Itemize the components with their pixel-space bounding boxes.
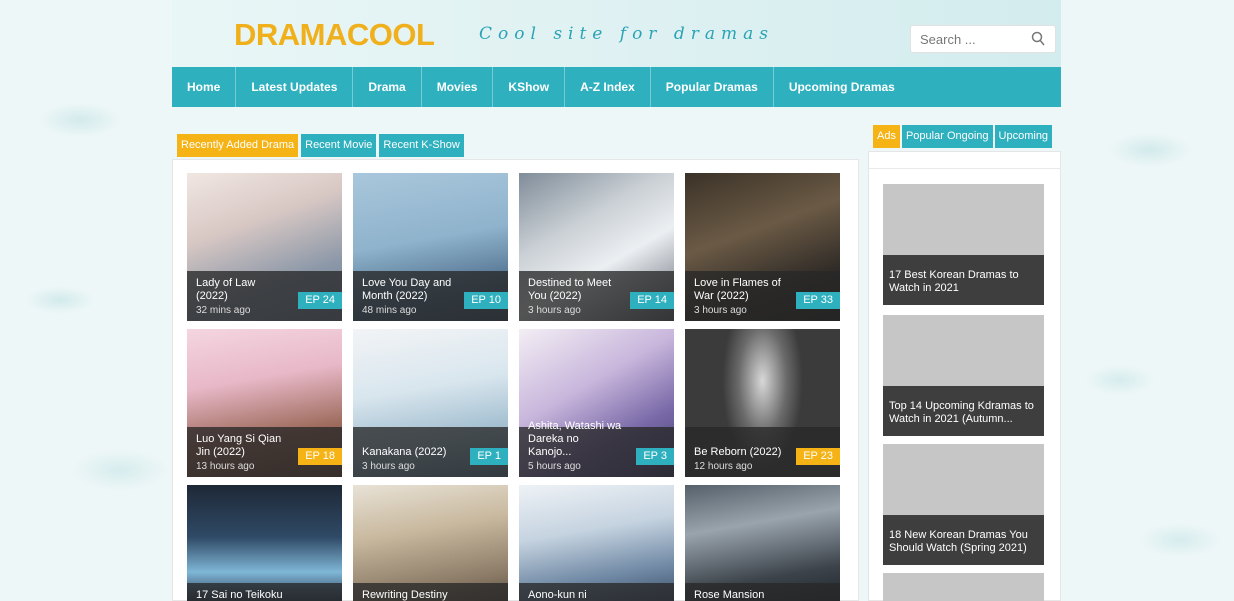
drama-card[interactable]: Rose Mansion (685, 485, 840, 601)
drama-card[interactable]: 17 Sai no Teikoku (187, 485, 342, 601)
nav-item-home[interactable]: Home (172, 67, 237, 107)
article-caption: Top 14 Upcoming Kdramas to Watch in 2021… (883, 386, 1044, 436)
article-card[interactable]: Top 14 Upcoming Kdramas to Watch in 2021… (883, 315, 1044, 436)
tab-recent-kshow[interactable]: Recent K-Show (379, 134, 464, 157)
drama-card[interactable]: Aono-kun ni (519, 485, 674, 601)
drama-time: 13 hours ago (196, 461, 255, 472)
drama-card[interactable]: Destined to Meet You (2022) 3 hours ago … (519, 173, 674, 321)
drama-title: Be Reborn (2022) (694, 446, 782, 458)
article-caption: 17 Best Korean Dramas to Watch in 2021 (883, 255, 1044, 305)
drama-card[interactable]: Luo Yang Si Qian Jin (2022) 13 hours ago… (187, 329, 342, 477)
site-header: DRAMACOOL Cool site for dramas (172, 0, 1061, 67)
drama-time: 3 hours ago (694, 305, 747, 316)
drama-card[interactable]: Rewriting Destiny (353, 485, 508, 601)
episode-badge: EP 23 (796, 448, 840, 465)
drama-title: Love in Flames of War (2022) (694, 277, 781, 302)
logo-text-oo: OO (368, 17, 417, 52)
drama-time: 3 hours ago (362, 461, 415, 472)
nav-item-latest-updates[interactable]: Latest Updates (236, 67, 354, 107)
drama-time: 5 hours ago (528, 461, 581, 472)
sidebar-panel: 17 Best Korean Dramas to Watch in 2021 T… (868, 151, 1061, 601)
drama-title: Aono-kun ni (528, 589, 587, 601)
search-icon[interactable] (1031, 31, 1045, 47)
episode-badge: EP 18 (298, 448, 342, 465)
logo-text-drama: DRAMA (234, 17, 347, 52)
drama-card[interactable]: Love in Flames of War (2022) 3 hours ago… (685, 173, 840, 321)
episode-badge: EP 24 (298, 292, 342, 309)
drama-title: 17 Sai no Teikoku (196, 589, 283, 601)
drama-card[interactable]: Lady of Law (2022) 32 mins ago EP 24 (187, 173, 342, 321)
article-card[interactable] (883, 573, 1044, 601)
search-input[interactable] (911, 26, 1021, 52)
search-box (910, 25, 1056, 53)
drama-card[interactable]: Ashita, Watashi wa Dareka no Kanojo... 5… (519, 329, 674, 477)
episode-badge: EP 3 (636, 448, 674, 465)
drama-time: 32 mins ago (196, 305, 251, 316)
page: DRAMACOOL Cool site for dramas Home Late… (172, 0, 1061, 601)
tab-popular-ongoing[interactable]: Popular Ongoing (901, 125, 993, 148)
article-card[interactable]: 17 Best Korean Dramas to Watch in 2021 (883, 184, 1044, 305)
article-caption: 18 New Korean Dramas You Should Watch (S… (883, 515, 1044, 565)
drama-title: Ashita, Watashi wa Dareka no Kanojo... (528, 420, 622, 458)
tab-recently-added-drama[interactable]: Recently Added Drama (177, 134, 299, 157)
nav-item-upcoming-dramas[interactable]: Upcoming Dramas (774, 67, 910, 107)
tab-ads[interactable]: Ads (873, 125, 900, 148)
site-tagline: Cool site for dramas (479, 24, 774, 44)
nav-item-drama[interactable]: Drama (353, 67, 422, 107)
tab-upcoming[interactable]: Upcoming (994, 125, 1053, 148)
nav-item-kshow[interactable]: KShow (493, 67, 566, 107)
drama-card[interactable]: Kanakana (2022) 3 hours ago EP 1 (353, 329, 508, 477)
episode-badge: EP 33 (796, 292, 840, 309)
nav-item-az-index[interactable]: A-Z Index (565, 67, 651, 107)
drama-time: 12 hours ago (694, 461, 753, 472)
drama-title: Destined to Meet You (2022) (528, 277, 612, 302)
logo-text-c: C (346, 17, 369, 52)
site-logo[interactable]: DRAMACOOL (234, 17, 435, 53)
nav-item-popular-dramas[interactable]: Popular Dramas (651, 67, 774, 107)
content-tabs: Recently Added Drama Recent Movie Recent… (177, 134, 464, 157)
drama-title: Kanakana (2022) (362, 446, 447, 458)
drama-card[interactable]: Be Reborn (2022) 12 hours ago EP 23 (685, 329, 840, 477)
sidebar-tabs: Ads Popular Ongoing Upcoming (873, 125, 1053, 148)
tab-recent-movie[interactable]: Recent Movie (301, 134, 377, 157)
drama-title: Luo Yang Si Qian Jin (2022) (196, 433, 282, 458)
main-nav: Home Latest Updates Drama Movies KShow A… (172, 67, 1061, 107)
nav-item-movies[interactable]: Movies (422, 67, 494, 107)
drama-title: Lady of Law (2022) (196, 277, 256, 302)
drama-time: 3 hours ago (528, 305, 581, 316)
article-card[interactable]: 18 New Korean Dramas You Should Watch (S… (883, 444, 1044, 565)
drama-title: Love You Day and Month (2022) (362, 277, 452, 302)
episode-badge: EP 1 (470, 448, 508, 465)
logo-text-l: L (416, 17, 435, 52)
episode-badge: EP 14 (630, 292, 674, 309)
drama-card[interactable]: Love You Day and Month (2022) 48 mins ag… (353, 173, 508, 321)
episode-badge: EP 10 (464, 292, 508, 309)
drama-title: Rose Mansion (694, 589, 765, 601)
drama-time: 48 mins ago (362, 305, 417, 316)
drama-title: Rewriting Destiny (362, 589, 448, 601)
